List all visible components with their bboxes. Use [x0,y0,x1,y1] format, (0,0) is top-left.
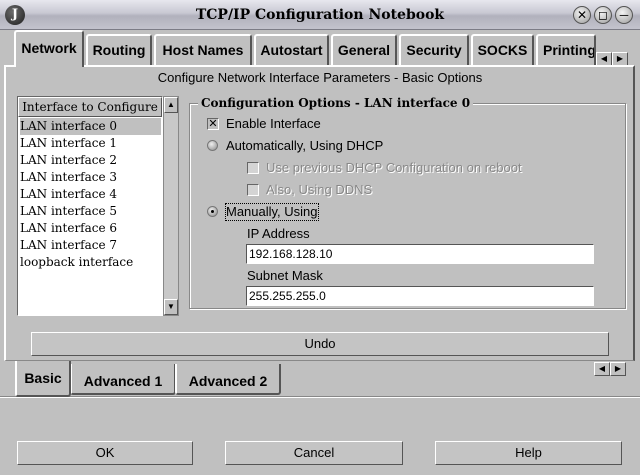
separator [0,396,640,398]
list-item[interactable]: LAN interface 0 [20,118,161,135]
list-item[interactable]: loopback interface [20,254,161,271]
interface-list-scrollbar[interactable]: ▲ ▼ [163,96,179,316]
tab-scroll-right-icon[interactable]: ▶ [612,52,628,66]
interface-list-header[interactable]: Interface to Configure [18,97,162,117]
scroll-down-icon[interactable]: ▼ [164,299,178,315]
list-item[interactable]: LAN interface 3 [20,169,161,186]
bottom-tab-scroll-right-icon[interactable]: ▶ [610,362,626,376]
window-title: TCP/IP Configuration Notebook [195,7,445,23]
tab-network[interactable]: Network [14,30,84,67]
ip-address-label: IP Address [247,226,310,241]
ddns-label[interactable]: Also, Using DDNS [266,182,372,198]
previous-dhcp-label[interactable]: Use previous DHCP Configuration on reboo… [266,160,522,176]
tcpip-window: J TCP/IP Configuration Notebook ✕ ◻ ─ Ne… [0,0,640,475]
interface-list[interactable]: Interface to Configure LAN interface 0 L… [17,96,163,316]
tab-host-names[interactable]: Host Names [154,34,252,65]
tab-socks[interactable]: SOCKS [471,34,534,65]
bottom-tab-scroll-left-icon[interactable]: ◀ [594,362,610,376]
dhcp-radio[interactable] [207,140,218,151]
scroll-up-icon[interactable]: ▲ [164,97,178,113]
dhcp-radio-label[interactable]: Automatically, Using DHCP [226,138,383,154]
undo-button[interactable]: Undo [31,332,609,356]
tab-general[interactable]: General [331,34,397,65]
enable-interface-checkbox[interactable]: ✕ [207,118,219,130]
tab-printing[interactable]: Printing [536,34,596,65]
help-button[interactable]: Help [435,441,622,465]
ok-button[interactable]: OK [17,441,193,465]
ddns-checkbox[interactable] [247,184,259,196]
previous-dhcp-checkbox[interactable] [247,162,259,174]
list-item[interactable]: LAN interface 6 [20,220,161,237]
close-icon[interactable]: ✕ [573,6,591,24]
tab-advanced-1[interactable]: Advanced 1 [70,364,176,395]
subnet-mask-label: Subnet Mask [247,268,323,283]
configuration-options-title: Configuration Options - LAN interface 0 [198,95,474,111]
page-caption: Configure Network Interface Parameters -… [157,70,483,85]
manual-radio-label[interactable]: Manually, Using [225,203,319,221]
minimize-icon[interactable]: ─ [615,6,633,24]
title-bar[interactable]: J TCP/IP Configuration Notebook ✕ ◻ ─ [0,0,640,30]
cancel-button[interactable]: Cancel [225,441,403,465]
ip-address-field[interactable]: 192.168.128.10 [246,244,594,264]
tab-routing[interactable]: Routing [86,34,152,65]
maximize-icon[interactable]: ◻ [594,6,612,24]
subnet-mask-field[interactable]: 255.255.255.0 [246,286,594,306]
list-item[interactable]: LAN interface 5 [20,203,161,220]
manual-radio[interactable] [207,206,218,217]
list-item[interactable]: LAN interface 2 [20,152,161,169]
tab-autostart[interactable]: Autostart [254,34,329,65]
tab-security[interactable]: Security [399,34,469,65]
tab-scroll-left-icon[interactable]: ◀ [596,52,612,66]
list-item[interactable]: LAN interface 7 [20,237,161,254]
enable-interface-label[interactable]: Enable Interface [226,116,321,132]
list-item[interactable]: LAN interface 4 [20,186,161,203]
tab-basic[interactable]: Basic [15,361,71,397]
tab-advanced-2[interactable]: Advanced 2 [175,364,281,395]
list-item[interactable]: LAN interface 1 [20,135,161,152]
